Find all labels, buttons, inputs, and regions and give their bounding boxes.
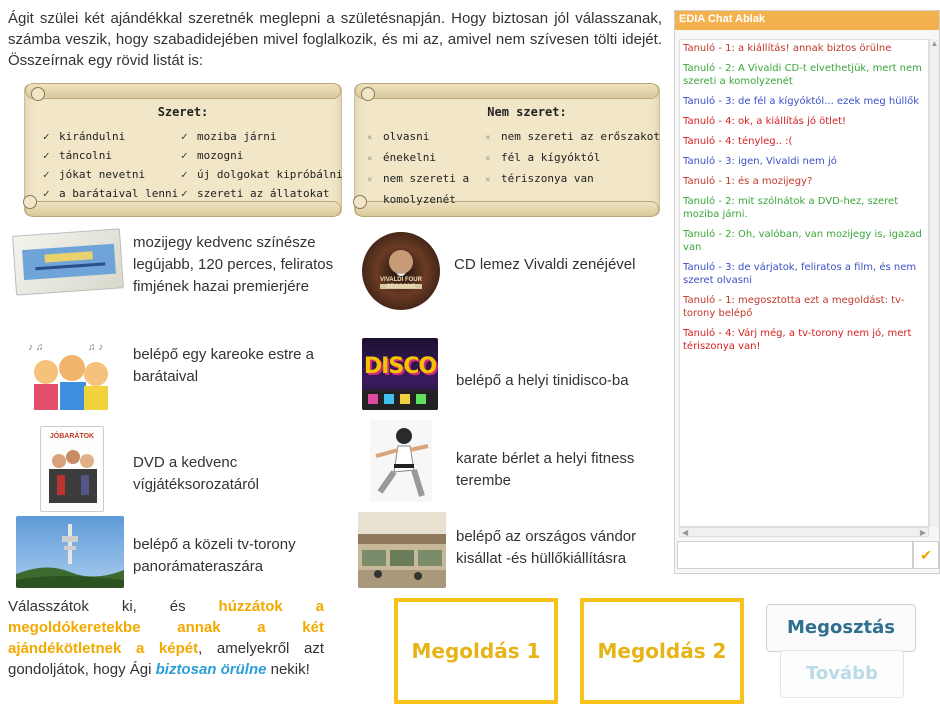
karate-image[interactable] [370, 420, 432, 502]
chat-message: Tanuló - 4: ok, a kiállítás jó ötlet! [683, 116, 847, 127]
chat-input[interactable] [677, 541, 913, 569]
svg-text:♫ ♪: ♫ ♪ [88, 342, 103, 353]
chat-message: Tanuló - 2: Oh, valóban, van mozijegy is… [683, 229, 922, 253]
chat-horizontal-scrollbar[interactable]: ◀ ▶ [679, 527, 929, 537]
chat-message: Tanuló - 2: mit szólnátok a DVD-hez, sze… [683, 196, 899, 220]
gift-movie-ticket: mozijegy kedvenc színésze legújabb, 120 … [133, 234, 334, 295]
solution-2-dropzone[interactable]: Megoldás 2 [580, 598, 744, 704]
cd-title-text: VIVALDI FOUR SEASONS [380, 277, 422, 290]
svg-text:♪ ♫: ♪ ♫ [28, 342, 43, 353]
instructions: Válasszátok ki, és húzzátok a megoldóker… [8, 598, 324, 678]
vivaldi-cd-image[interactable]: VIVALDI FOUR SEASONS [362, 232, 440, 310]
gift-teen-disco: belépő a helyi tinidisco-ba [456, 372, 629, 389]
chat-title: EDIA Chat Ablak [675, 11, 939, 30]
dislikes-col-2: ✕ nem szereti az erőszakot ✕ fél a kígyókt… [485, 130, 660, 185]
chat-log[interactable]: Tanuló - 1: a kiállítás! annak biztos ör… [679, 39, 929, 527]
chat-message: Tanuló - 1: a kiállítás! annak biztos ör… [683, 43, 892, 54]
tv-tower-image[interactable] [16, 516, 124, 588]
gift-dvd: DVD a kedvenc vígjátéksorozatáról [133, 454, 259, 493]
chat-message: Tanuló - 3: igen, Vivaldi nem jó [683, 156, 837, 167]
gift-vivaldi-cd: CD lemez Vivaldi zenéjével [454, 256, 636, 273]
movie-ticket-image[interactable] [12, 228, 124, 296]
chat-window: EDIA Chat Ablak Tanuló - 1: a kiállítás!… [674, 10, 940, 574]
exhibition-image[interactable] [358, 512, 446, 588]
chat-message: Tanuló - 1: megosztotta ezt a megoldást:… [683, 295, 905, 319]
likes-col-1: ✓ kirándulni ✓ táncolni ✓ jókat nevetni ✓ a … [43, 130, 179, 200]
dislikes-scroll: Nem szeret: ✕ olvasni ✕ énekelni ✕ nem szer… [353, 83, 660, 217]
gift-karaoke: belépő egy kareoke estre a barátaival [133, 346, 314, 385]
dislikes-col-1: ✕ olvasni ✕ énekelni ✕ nem szereti a komoly… [367, 130, 470, 206]
likes-scroll: Szeret: ✓ kirándulni ✓ táncolni ✓ jókat nev… [23, 83, 343, 217]
likes-col-2: ✓ moziba járni ✓ mozogni ✓ új dolgokat kipr… [181, 130, 343, 200]
send-check-icon[interactable]: ✔ [913, 541, 939, 569]
chat-message: Tanuló - 3: de fél a kígyóktól... ezek m… [683, 96, 920, 107]
chat-vertical-scrollbar[interactable]: ▲ [929, 39, 939, 527]
chat-message: Tanuló - 2: A Vivaldi CD-t elvethetjük, … [683, 63, 922, 87]
gift-tv-tower: belépő a közeli tv-torony panorámaterasz… [133, 536, 296, 575]
disco-image[interactable]: DISCO [362, 338, 438, 410]
chat-message: Tanuló - 4: Várj még, a tv-torony nem jó… [683, 328, 912, 352]
gift-exhibition: belépő az országos vándor kisállat -és h… [456, 528, 637, 567]
karaoke-image[interactable]: ♪ ♫ ♫ ♪ [22, 336, 116, 414]
likes-title: Szeret: [157, 105, 209, 119]
dislikes-title: Nem szeret: [487, 105, 567, 119]
chat-message: Tanuló - 1: és a mozijegy? [683, 176, 813, 187]
next-button[interactable]: Tovább [780, 650, 904, 698]
gift-karate: karate bérlet a helyi fitness terembe [456, 450, 635, 489]
dvd-image[interactable]: JÓBARÁTOK [40, 426, 104, 512]
solution-1-dropzone[interactable]: Megoldás 1 [394, 598, 558, 704]
share-button[interactable]: Megosztás [766, 604, 916, 652]
intro-text: Ágit szülei két ajándékkal szeretnék meg… [8, 10, 662, 69]
chat-message: Tanuló - 3: de várjatok, feliratos a fil… [683, 262, 917, 286]
chat-message: Tanuló - 4: tényleg.. :( [683, 136, 793, 147]
